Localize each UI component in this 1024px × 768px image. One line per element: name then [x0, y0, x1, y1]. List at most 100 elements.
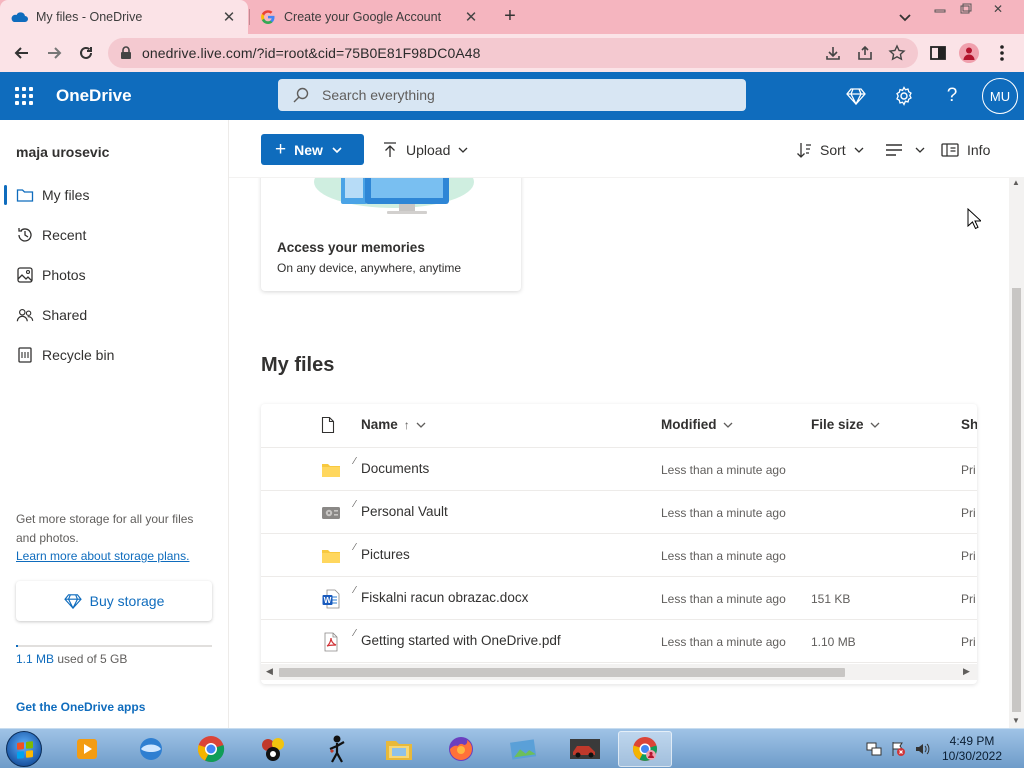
- file-explorer-taskbar-icon[interactable]: [372, 731, 426, 767]
- storage-quota-bar: [16, 645, 212, 647]
- file-row[interactable]: ⁄ Pictures Less than a minute ago Pri: [261, 534, 977, 577]
- account-avatar[interactable]: MU: [982, 78, 1018, 114]
- stick-figure-taskbar-icon[interactable]: [310, 731, 364, 767]
- back-icon[interactable]: [10, 41, 34, 65]
- sort-button[interactable]: Sort: [796, 134, 864, 165]
- storage-plans-link[interactable]: Learn more about storage plans.: [16, 549, 189, 563]
- memories-subtitle: On any device, anywhere, anytime: [277, 261, 462, 275]
- tab-onedrive[interactable]: My files - OneDrive ✕: [0, 0, 248, 34]
- scroll-down-icon[interactable]: ▼: [1012, 716, 1020, 725]
- horizontal-scrollbar[interactable]: ◀ ▶: [261, 664, 977, 680]
- file-row[interactable]: ⁄ Documents Less than a minute ago Pri: [261, 448, 977, 491]
- thunderbird-taskbar-icon[interactable]: [124, 731, 178, 767]
- close-tab-icon[interactable]: ✕: [462, 8, 480, 26]
- new-button[interactable]: + New: [261, 134, 364, 165]
- scroll-up-icon[interactable]: ▲: [1012, 178, 1020, 187]
- file-sharing: Pri: [961, 635, 976, 649]
- action-center-flag-icon[interactable]: [890, 741, 906, 757]
- file-name[interactable]: Getting started with OneDrive.pdf: [361, 633, 561, 648]
- column-header-modified[interactable]: Modified: [661, 417, 733, 432]
- profile-icon[interactable]: [959, 43, 979, 63]
- new-label: New: [294, 141, 323, 158]
- scroll-right-icon[interactable]: ▶: [963, 666, 970, 677]
- vertical-scroll-thumb[interactable]: [1012, 288, 1021, 712]
- chrome-profile-taskbar-icon[interactable]: [618, 731, 672, 767]
- left-navigation: maja urosevic My files Recent Photos Sha…: [0, 120, 229, 728]
- file-name[interactable]: Documents: [361, 461, 429, 476]
- file-name[interactable]: Fiskalni racun obrazac.docx: [361, 590, 528, 605]
- nav-item-shared[interactable]: Shared: [0, 297, 229, 333]
- nav-item-label: Photos: [42, 267, 86, 283]
- minimize-icon[interactable]: [926, 0, 954, 18]
- tab-google-account[interactable]: Create your Google Account ✕: [250, 0, 490, 34]
- reload-icon[interactable]: [74, 41, 98, 65]
- side-panel-icon[interactable]: [928, 43, 948, 63]
- app-launcher-icon[interactable]: [14, 86, 34, 106]
- folder-icon: [16, 186, 34, 204]
- browser-tab-strip: My files - OneDrive ✕ Create your Google…: [0, 0, 1024, 34]
- view-options-button[interactable]: [885, 134, 925, 165]
- column-header-modified-label: Modified: [661, 417, 717, 432]
- car-game-taskbar-icon[interactable]: [558, 731, 612, 767]
- media-player-taskbar-icon[interactable]: [60, 731, 114, 767]
- close-tab-icon[interactable]: ✕: [220, 8, 238, 26]
- system-clock[interactable]: 4:49 PM 10/30/2022: [936, 734, 1008, 764]
- column-header-name[interactable]: Name ↑: [361, 417, 426, 432]
- vertical-scrollbar[interactable]: ▲ ▼: [1009, 178, 1024, 728]
- nav-item-recycle-bin[interactable]: Recycle bin: [0, 337, 229, 373]
- memories-card[interactable]: Access your memories On any device, anyw…: [261, 178, 521, 291]
- history-icon: [16, 226, 34, 244]
- horizontal-scroll-thumb[interactable]: [279, 668, 845, 677]
- file-name[interactable]: Pictures: [361, 547, 410, 562]
- restore-icon[interactable]: [952, 0, 980, 18]
- pool-game-taskbar-icon[interactable]: [246, 731, 300, 767]
- upload-button[interactable]: Upload: [382, 134, 468, 165]
- file-type-header-icon[interactable]: [321, 416, 335, 434]
- new-tab-button[interactable]: +: [498, 5, 522, 28]
- image-app-taskbar-icon[interactable]: [496, 731, 550, 767]
- get-apps-link[interactable]: Get the OneDrive apps: [16, 700, 145, 714]
- chrome-taskbar-icon[interactable]: [184, 731, 238, 767]
- close-window-icon[interactable]: ✕: [984, 0, 1012, 18]
- install-app-icon[interactable]: [824, 44, 842, 62]
- windows-taskbar: 4:49 PM 10/30/2022: [0, 728, 1024, 768]
- command-bar: + New Upload Sort Info: [229, 120, 1024, 178]
- brand-title[interactable]: OneDrive: [56, 86, 132, 106]
- file-modified: Less than a minute ago: [661, 549, 786, 563]
- help-icon[interactable]: ?: [940, 84, 964, 108]
- nav-item-my-files[interactable]: My files: [0, 177, 229, 213]
- column-header-sharing[interactable]: Sh: [961, 417, 977, 432]
- forward-icon[interactable]: [42, 41, 66, 65]
- column-header-file-size[interactable]: File size: [811, 417, 880, 432]
- address-bar[interactable]: onedrive.live.com/?id=root&cid=75B0E81F9…: [108, 38, 918, 68]
- nav-item-photos[interactable]: Photos: [0, 257, 229, 293]
- nav-item-label: Shared: [42, 307, 88, 323]
- tab-search-chevron-icon[interactable]: [896, 8, 914, 26]
- diamond-icon: [63, 593, 82, 609]
- start-button[interactable]: [6, 731, 42, 767]
- search-box[interactable]: Search everything: [278, 79, 746, 111]
- firefox-taskbar-icon[interactable]: [434, 731, 488, 767]
- premium-diamond-icon[interactable]: [844, 84, 868, 108]
- file-row[interactable]: ⁄ Getting started with OneDrive.pdf Less…: [261, 620, 977, 663]
- storage-quota-text[interactable]: 1.1 MB used of 5 GB: [16, 652, 127, 666]
- file-row[interactable]: ⁄ Personal Vault Less than a minute ago …: [261, 491, 977, 534]
- share-icon[interactable]: [856, 44, 874, 62]
- volume-tray-icon[interactable]: [914, 741, 930, 757]
- scroll-left-icon[interactable]: ◀: [266, 666, 273, 677]
- memories-title: Access your memories: [277, 240, 425, 255]
- file-name[interactable]: Personal Vault: [361, 504, 448, 519]
- network-tray-icon[interactable]: [866, 741, 882, 757]
- buy-storage-button[interactable]: Buy storage: [16, 581, 212, 621]
- file-row[interactable]: W ⁄ Fiskalni racun obrazac.docx Less tha…: [261, 577, 977, 620]
- info-button[interactable]: Info: [941, 134, 990, 165]
- browser-menu-icon[interactable]: [992, 43, 1012, 63]
- plus-icon: +: [275, 139, 287, 160]
- nav-item-recent[interactable]: Recent: [0, 217, 229, 253]
- settings-gear-icon[interactable]: [892, 84, 916, 108]
- sort-ascending-icon: ↑: [403, 417, 410, 432]
- chevron-down-icon: [416, 421, 426, 429]
- bookmark-star-icon[interactable]: [888, 44, 906, 62]
- file-sharing: Pri: [961, 549, 976, 563]
- quota-used: 1.1 MB: [16, 652, 55, 666]
